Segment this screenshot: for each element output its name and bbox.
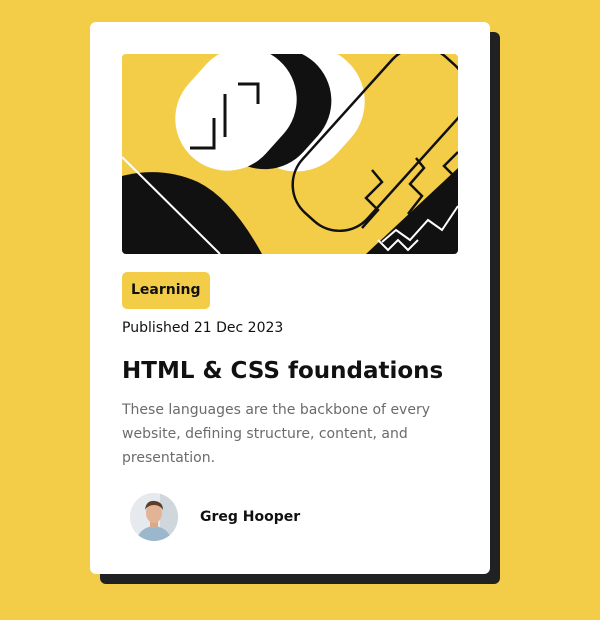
user-photo-icon [130,493,178,541]
author: Greg Hooper [130,493,300,541]
category-badge: Learning [122,272,210,309]
blog-preview-card: Learning Published 21 Dec 2023 HTML & CS… [90,22,490,574]
published-date: Published 21 Dec 2023 [122,320,284,336]
avatar [130,493,178,541]
author-name: Greg Hooper [200,509,301,525]
card-description: These languages are the backbone of ever… [122,402,430,466]
hero-illustration [122,54,458,254]
card-title[interactable]: HTML & CSS foundations [122,358,443,384]
